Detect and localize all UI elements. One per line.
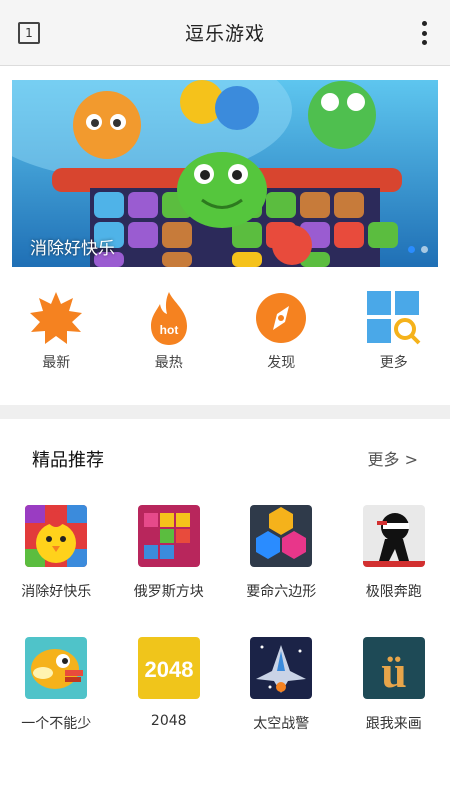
svg-text:hot: hot [159, 323, 178, 337]
top-app-bar: 1 逗乐游戏 [0, 0, 450, 66]
game-item[interactable]: ü 跟我来画 [338, 637, 450, 769]
game-item[interactable]: 要命六边形 [225, 505, 338, 637]
tetris-blocks-icon [137, 505, 200, 567]
match-pets-game-icon [25, 505, 88, 567]
game-item[interactable]: 消除好快乐 [0, 505, 113, 637]
quick-nav: 最新 hot 最热 发现 更多 [0, 290, 450, 390]
game-name: 跟我来画 [365, 716, 422, 732]
quick-nav-discover[interactable]: 发现 [225, 290, 338, 390]
spaceship-icon [250, 637, 313, 699]
game-item[interactable]: 一个不能少 [0, 637, 113, 769]
quick-nav-label: 发现 [267, 355, 296, 371]
hexagon-game-icon [250, 505, 313, 567]
banner-pagination [408, 246, 428, 253]
game-name: 太空战警 [253, 716, 310, 732]
game-item[interactable]: 太空战警 [225, 637, 338, 769]
quick-nav-label: 最热 [154, 355, 183, 371]
grid-search-icon [366, 290, 422, 346]
2048-tile-icon: 2048 [137, 637, 200, 699]
draw-letter-icon: ü [362, 637, 425, 699]
banner-caption: 消除好快乐 [30, 239, 115, 259]
game-item[interactable]: 2048 2048 [113, 637, 226, 769]
pagination-dot-active [408, 246, 415, 253]
featured-section-header: 精品推荐 更多 > [0, 440, 450, 476]
quick-nav-more[interactable]: 更多 [338, 290, 450, 390]
game-name: 消除好快乐 [21, 584, 92, 600]
quick-nav-label: 更多 [379, 355, 408, 371]
more-menu-icon[interactable] [420, 21, 428, 45]
hot-flame-icon: hot [141, 290, 197, 346]
game-item[interactable]: 俄罗斯方块 [113, 505, 226, 637]
sun-burst-icon [28, 290, 84, 346]
flappy-bird-icon [25, 637, 88, 699]
section-more-link[interactable]: 更多 > [368, 446, 419, 470]
svg-text:2048: 2048 [144, 657, 193, 682]
game-name: 一个不能少 [21, 716, 92, 732]
section-divider [0, 405, 450, 419]
ninja-runner-icon [362, 505, 425, 567]
svg-text:ü: ü [381, 646, 407, 697]
game-name: 极限奔跑 [365, 584, 422, 600]
game-name: 俄罗斯方块 [133, 584, 204, 600]
game-name: 要命六边形 [246, 584, 317, 600]
tabs-count-icon[interactable]: 1 [18, 22, 40, 44]
quick-nav-hottest[interactable]: hot 最热 [113, 290, 226, 390]
section-title: 精品推荐 [32, 450, 104, 471]
game-item[interactable]: 极限奔跑 [338, 505, 450, 637]
quick-nav-label: 最新 [42, 355, 71, 371]
compass-icon [253, 290, 309, 346]
pagination-dot [421, 246, 428, 253]
game-grid: 消除好快乐 俄罗斯方块 要命六边形 极限奔跑 一个不能少 2048 2048 太… [0, 505, 450, 769]
game-name: 2048 [150, 713, 187, 729]
app-title: 逗乐游戏 [184, 23, 265, 45]
quick-nav-newest[interactable]: 最新 [0, 290, 113, 390]
promo-banner[interactable]: 消除好快乐 [12, 80, 438, 267]
